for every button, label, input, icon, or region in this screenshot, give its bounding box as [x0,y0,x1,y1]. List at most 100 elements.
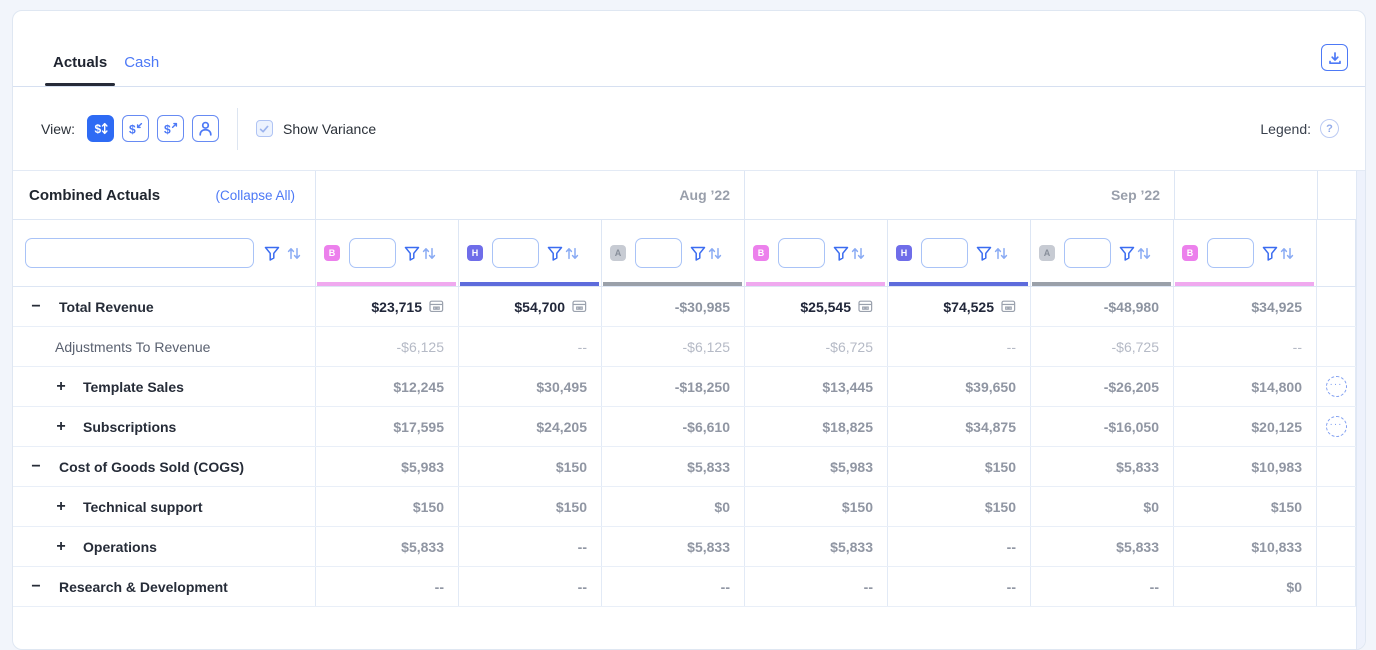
filter-funnel-icon[interactable] [1261,245,1279,262]
row-label: Research & Development [59,579,228,595]
cell-value: $150 [1271,499,1302,515]
expand-toggle-icon[interactable]: + [54,539,68,555]
cell-value: $150 [556,459,587,475]
collapse-all-link[interactable]: (Collapse All) [215,188,295,203]
sort-arrows-icon[interactable] [286,245,302,262]
row-label-cell: −Cost of Goods Sold (COGS) [13,447,316,486]
value-cell: $39,650 [888,367,1031,406]
sort-arrows-icon[interactable] [707,245,723,262]
sort-arrows-icon[interactable] [850,245,866,262]
table-title: Combined Actuals [29,187,160,204]
row-more-options-icon[interactable]: ··· [1326,376,1347,397]
tab-actuals[interactable]: Actuals [53,54,107,86]
value-cell: -- [1031,567,1174,606]
column-filter-input[interactable] [778,238,825,268]
row-label-cell: +Operations [13,527,316,566]
row-label-cell: +Subscriptions [13,407,316,446]
calculated-value-icon [429,300,444,313]
column-filter-input[interactable] [349,238,396,268]
value-cell: -$26,205 [1031,367,1174,406]
download-button[interactable] [1321,44,1348,71]
column-filter-input[interactable] [492,238,539,268]
table-row[interactable]: Adjustments To Revenue-$6,125---$6,125-$… [13,327,1365,367]
value-cell: -- [459,327,602,366]
row-action-cell [1317,447,1356,486]
cell-value: $5,833 [1116,459,1159,475]
filter-funnel-icon[interactable] [263,245,281,262]
filter-funnel-icon[interactable] [546,245,564,262]
column-filter-input[interactable] [1064,238,1111,268]
collapse-toggle-icon[interactable]: − [29,459,43,475]
collapse-toggle-icon[interactable]: − [29,299,43,315]
sort-arrows-icon[interactable] [993,245,1009,262]
legend-help-icon[interactable]: ? [1320,119,1339,138]
row-label-cell: −Research & Development [13,567,316,606]
sort-arrows-icon[interactable] [1279,245,1295,262]
cell-value: -$6,725 [1112,339,1159,355]
table-body: −Total Revenue$23,715$54,700-$30,985$25,… [13,287,1365,607]
table-row[interactable]: +Subscriptions$17,595$24,205-$6,610$18,8… [13,407,1365,447]
sort-arrows-icon[interactable] [1136,245,1152,262]
table-row[interactable]: −Research & Development------------$0 [13,567,1365,607]
cell-value: $0 [1143,499,1159,515]
cell-value: -- [1150,579,1159,595]
filter-funnel-icon[interactable] [403,245,421,262]
show-variance-checkbox[interactable] [256,120,273,137]
value-cell: $12,245 [316,367,459,406]
table-row[interactable]: −Cost of Goods Sold (COGS) $5,983 $150 $5,8… [13,447,1365,487]
expand-toggle-icon[interactable]: + [54,379,68,395]
column-type-badge-h: H [896,245,912,261]
cell-value: $150 [413,499,444,515]
value-cell: -- [888,327,1031,366]
cell-value: $5,833 [687,459,730,475]
filter-funnel-icon[interactable] [975,245,993,262]
row-filter-cell [13,220,316,286]
expand-toggle-icon[interactable]: + [54,499,68,515]
filter-funnel-icon[interactable] [832,245,850,262]
table-row[interactable]: −Total Revenue$23,715$54,700-$30,985$25,… [13,287,1365,327]
view-button-inflow[interactable]: $ [122,115,149,142]
cell-value: $74,525 [943,299,994,315]
collapse-toggle-icon[interactable]: − [29,579,43,595]
value-cell: $14,800 [1174,367,1317,406]
cell-value: -$6,610 [683,419,730,435]
cell-value: $10,833 [1251,539,1302,555]
column-filter-input[interactable] [921,238,968,268]
column-filter-input[interactable] [635,238,682,268]
column-filter-input[interactable] [1207,238,1254,268]
table-row[interactable]: +Template Sales$12,245$30,495-$18,250$13… [13,367,1365,407]
table-row[interactable]: +Operations$5,833--$5,833$5,833--$5,833$… [13,527,1365,567]
expand-toggle-icon[interactable]: + [54,419,68,435]
row-action-cell [1317,327,1356,366]
view-button-cash-flow[interactable]: $ [87,115,114,142]
row-label-cell: +Template Sales [13,367,316,406]
toolbar: View: $ $ $ [13,87,1365,171]
value-cell: -- [316,567,459,606]
value-cell: $30,495 [459,367,602,406]
view-button-people[interactable] [192,115,219,142]
value-cell: -$6,125 [316,327,459,366]
row-label: Technical support [83,499,203,515]
value-cell: $25,545 [745,287,888,326]
filter-row: BHABHAB [13,220,1365,287]
tab-cash[interactable]: Cash [124,54,159,86]
filter-funnel-icon[interactable] [1118,245,1136,262]
filter-funnel-icon[interactable] [689,245,707,262]
sort-arrows-icon[interactable] [421,245,437,262]
row-search-input[interactable] [25,238,254,268]
table-row[interactable]: +Technical support$150$150$0$150$150$0$1… [13,487,1365,527]
row-more-options-icon[interactable]: ··· [1326,416,1347,437]
value-cell: $13,445 [745,367,888,406]
value-cell: $5,983 [745,447,888,486]
view-button-outflow[interactable]: $ [157,115,184,142]
column-type-badge-b: B [1182,245,1198,261]
value-cell: -- [459,567,602,606]
row-action-cell [1317,487,1356,526]
row-action-cell [1317,567,1356,606]
sort-arrows-icon[interactable] [564,245,580,262]
svg-text:$: $ [164,123,171,137]
cell-value: -$6,125 [683,339,730,355]
value-cell: -$30,985 [602,287,745,326]
cell-value: $150 [985,499,1016,515]
value-cell: $24,205 [459,407,602,446]
